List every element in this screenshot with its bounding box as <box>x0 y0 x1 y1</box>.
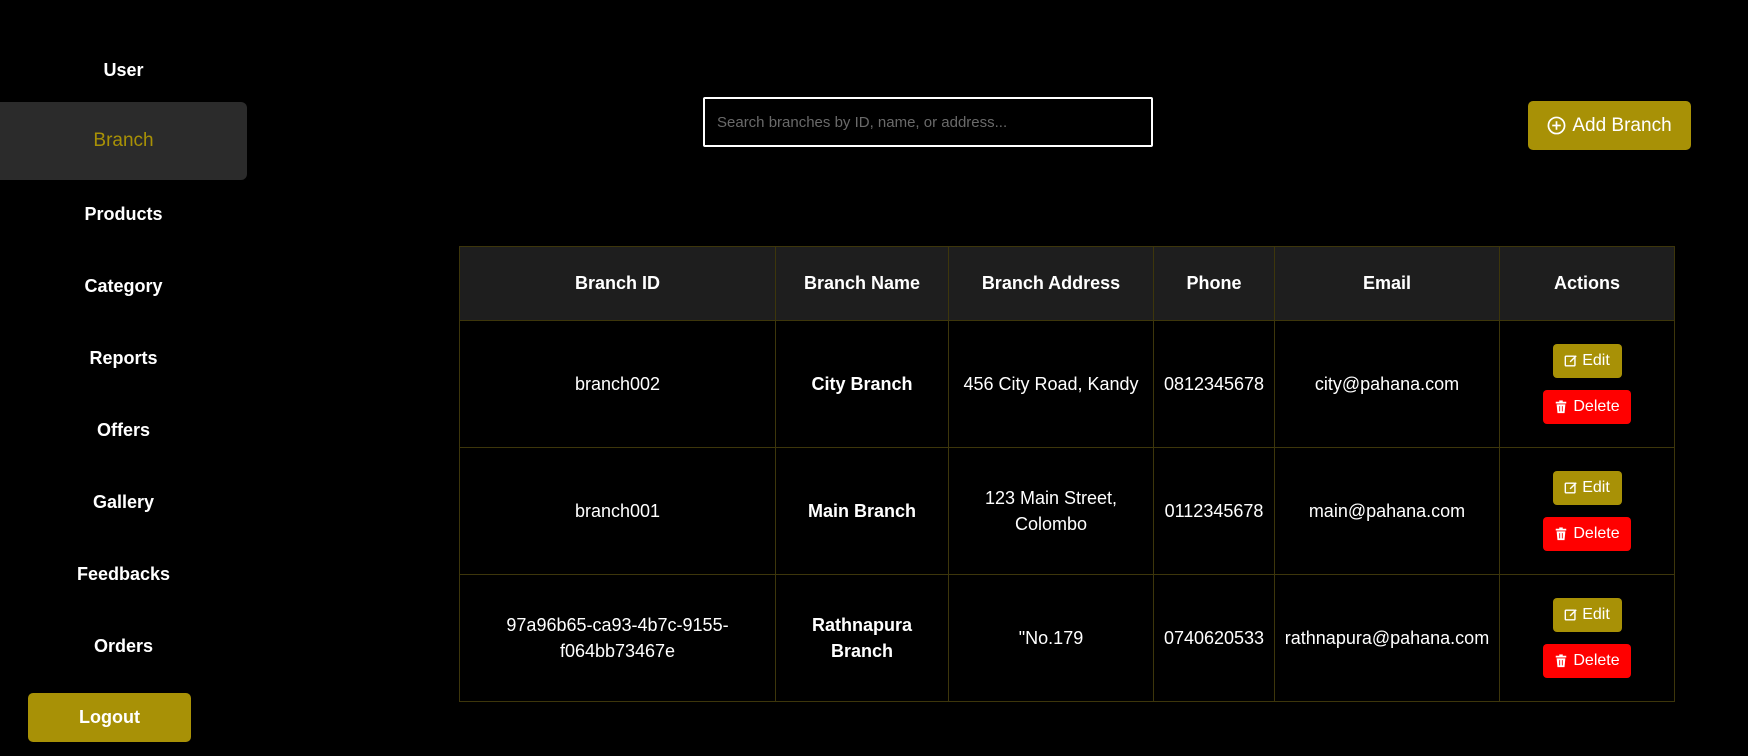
cell-branch-address: 456 City Road, Kandy <box>948 320 1154 448</box>
delete-button[interactable]: Delete <box>1543 517 1631 551</box>
cell-phone: 0812345678 <box>1153 320 1275 448</box>
edit-icon <box>1564 482 1577 494</box>
delete-label: Delete <box>1573 398 1620 415</box>
sidebar-item-products[interactable]: Products <box>0 175 247 253</box>
delete-button[interactable]: Delete <box>1543 644 1631 678</box>
delete-label: Delete <box>1573 525 1620 542</box>
logout-button[interactable]: Logout <box>28 693 191 742</box>
cell-branch-id: 97a96b65-ca93-4b7c-9155-f064bb73467e <box>459 574 776 702</box>
sidebar: User Branch Products Category Reports Of… <box>0 0 247 756</box>
edit-button[interactable]: Edit <box>1552 344 1622 378</box>
sidebar-item-gallery[interactable]: Gallery <box>0 463 247 541</box>
table-row: 97a96b65-ca93-4b7c-9155-f064bb73467e Rat… <box>459 574 1675 702</box>
sidebar-item-orders[interactable]: Orders <box>0 607 247 685</box>
sidebar-item-feedbacks[interactable]: Feedbacks <box>0 535 247 613</box>
edit-label: Edit <box>1582 479 1610 496</box>
table-row: branch001 Main Branch 123 Main Street, C… <box>459 447 1675 575</box>
branch-table: Branch ID Branch Name Branch Address Pho… <box>459 246 1675 702</box>
add-branch-button[interactable]: Add Branch <box>1528 101 1691 150</box>
column-header-email: Email <box>1274 246 1500 321</box>
sidebar-item-branch[interactable]: Branch <box>0 102 247 180</box>
delete-button[interactable]: Delete <box>1543 390 1631 424</box>
edit-button[interactable]: Edit <box>1552 598 1622 632</box>
table-header-row: Branch ID Branch Name Branch Address Pho… <box>459 246 1675 321</box>
column-header-branch-address: Branch Address <box>948 246 1154 321</box>
cell-branch-name: Main Branch <box>775 447 949 575</box>
cell-email: city@pahana.com <box>1274 320 1500 448</box>
cell-phone: 0112345678 <box>1153 447 1275 575</box>
cell-email: rathnapura@pahana.com <box>1274 574 1500 702</box>
table-row: branch002 City Branch 456 City Road, Kan… <box>459 320 1675 448</box>
plus-circle-icon <box>1547 116 1566 135</box>
sidebar-item-category[interactable]: Category <box>0 247 247 325</box>
cell-branch-id: branch001 <box>459 447 776 575</box>
search-input[interactable] <box>703 97 1153 147</box>
cell-actions: Edit Delete <box>1499 574 1675 702</box>
cell-branch-address: 123 Main Street, Colombo <box>948 447 1154 575</box>
edit-button[interactable]: Edit <box>1552 471 1622 505</box>
edit-icon <box>1564 609 1577 621</box>
trash-icon <box>1556 654 1567 668</box>
column-header-actions: Actions <box>1499 246 1675 321</box>
sidebar-item-offers[interactable]: Offers <box>0 391 247 469</box>
sidebar-item-user[interactable]: User <box>0 31 247 109</box>
edit-label: Edit <box>1582 352 1610 369</box>
cell-actions: Edit Delete <box>1499 447 1675 575</box>
sidebar-item-reports[interactable]: Reports <box>0 319 247 397</box>
cell-branch-id: branch002 <box>459 320 776 448</box>
column-header-phone: Phone <box>1153 246 1275 321</box>
cell-email: main@pahana.com <box>1274 447 1500 575</box>
add-branch-label: Add Branch <box>1572 114 1672 136</box>
edit-icon <box>1564 355 1577 367</box>
trash-icon <box>1556 400 1567 414</box>
edit-label: Edit <box>1582 606 1610 623</box>
trash-icon <box>1556 527 1567 541</box>
delete-label: Delete <box>1573 652 1620 669</box>
cell-branch-name: Rathnapura Branch <box>775 574 949 702</box>
column-header-branch-name: Branch Name <box>775 246 949 321</box>
cell-branch-name: City Branch <box>775 320 949 448</box>
cell-actions: Edit Delete <box>1499 320 1675 448</box>
cell-branch-address: "No.179 <box>948 574 1154 702</box>
cell-phone: 0740620533 <box>1153 574 1275 702</box>
column-header-branch-id: Branch ID <box>459 246 776 321</box>
